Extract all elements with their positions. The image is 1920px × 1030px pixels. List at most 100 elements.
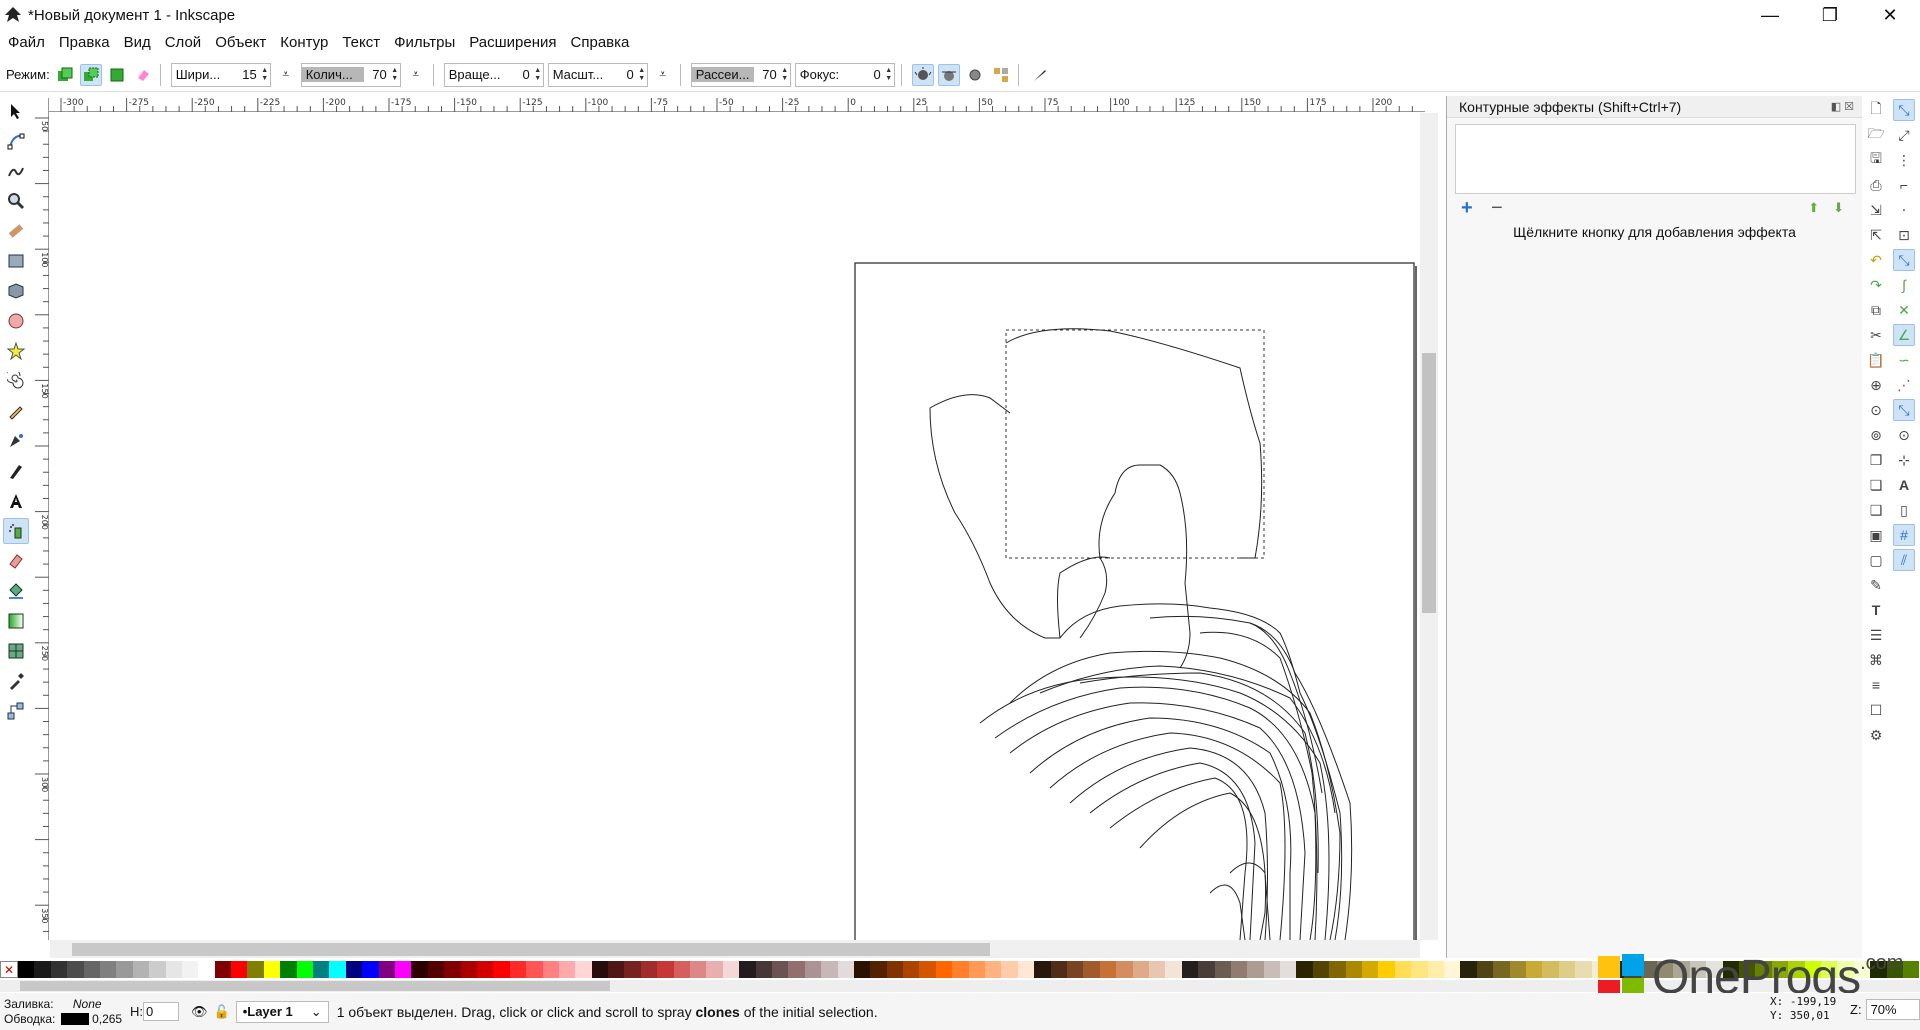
import-icon[interactable]: ⇲ bbox=[1865, 199, 1887, 221]
snap-guide-icon[interactable]: ⫽ bbox=[1893, 549, 1915, 571]
layers-icon[interactable]: ☰ bbox=[1865, 624, 1887, 646]
color-swatch[interactable] bbox=[853, 961, 871, 978]
duplicate-icon[interactable]: ❐ bbox=[1865, 449, 1887, 471]
spray-eraser-mode-icon[interactable] bbox=[132, 64, 154, 86]
color-swatch[interactable] bbox=[1525, 961, 1543, 978]
color-swatch[interactable] bbox=[509, 961, 527, 978]
fill-stroke-icon[interactable]: ✎ bbox=[1865, 574, 1887, 596]
cut-icon[interactable]: ✂ bbox=[1865, 324, 1887, 346]
amount-value[interactable]: 70 bbox=[364, 67, 390, 82]
color-swatch[interactable] bbox=[837, 961, 854, 978]
add-effect-button[interactable]: + bbox=[1461, 197, 1491, 220]
layer-selector[interactable]: •Layer 1 ⌄ bbox=[235, 1000, 329, 1023]
group-icon[interactable]: ▣ bbox=[1865, 524, 1887, 546]
menu-layer[interactable]: Слой bbox=[165, 34, 201, 51]
move-up-icon[interactable]: ⬆ bbox=[1808, 200, 1819, 216]
color-swatch[interactable] bbox=[165, 961, 182, 978]
pick-color-circle-icon[interactable] bbox=[964, 64, 986, 86]
redo-icon[interactable]: ↷ bbox=[1865, 274, 1887, 296]
trace-color-icon[interactable] bbox=[937, 63, 960, 86]
color-swatch[interactable] bbox=[99, 961, 117, 978]
spiral-tool-icon[interactable] bbox=[3, 368, 29, 394]
snap-cusp-icon[interactable]: ∠ bbox=[1893, 324, 1915, 346]
color-swatch[interactable] bbox=[34, 961, 51, 978]
focus-stepper-icon[interactable]: ▲ ▼ bbox=[884, 67, 894, 83]
color-swatch[interactable] bbox=[1443, 961, 1461, 978]
print-icon[interactable]: ⎙ bbox=[1865, 174, 1887, 196]
pressure-amount-icon[interactable]: ⩡ bbox=[405, 64, 427, 86]
layer-visibility-icon[interactable]: 👁 bbox=[191, 1004, 208, 1020]
move-down-icon[interactable]: ⬇ bbox=[1833, 200, 1844, 216]
node-tool-icon[interactable] bbox=[3, 128, 29, 154]
canvas-vertical-scrollbar[interactable] bbox=[1420, 113, 1438, 940]
snap-others-icon[interactable]: ⤡ bbox=[1893, 399, 1915, 421]
color-swatch[interactable] bbox=[1165, 961, 1182, 978]
rotation-spinbox[interactable]: Враще... 0 ▲ ▼ bbox=[443, 62, 544, 87]
align-icon[interactable]: ≡ bbox=[1865, 674, 1887, 696]
color-swatch[interactable] bbox=[1050, 961, 1067, 978]
amount-spinbox[interactable]: Колич... 70 ▲ ▼ bbox=[300, 62, 401, 87]
focus-spinbox[interactable]: Фокус: 0 ▲ ▼ bbox=[794, 62, 895, 87]
width-value[interactable]: 15 bbox=[234, 67, 260, 82]
color-swatch[interactable] bbox=[1493, 961, 1510, 978]
color-swatch[interactable] bbox=[558, 961, 576, 978]
color-swatch[interactable] bbox=[755, 961, 772, 978]
color-swatch[interactable] bbox=[1460, 961, 1477, 978]
overlap-icon[interactable] bbox=[990, 64, 1012, 86]
tweak-tool-icon[interactable] bbox=[3, 158, 29, 184]
unlink-clone-icon[interactable]: ❑ bbox=[1865, 499, 1887, 521]
export-icon[interactable]: ⇱ bbox=[1865, 224, 1887, 246]
text-tool-icon[interactable] bbox=[3, 488, 29, 514]
pencil-tool-icon[interactable] bbox=[3, 398, 29, 424]
color-swatch[interactable] bbox=[1099, 961, 1117, 978]
color-swatch[interactable] bbox=[1509, 961, 1526, 978]
color-swatch[interactable] bbox=[1017, 961, 1035, 978]
color-swatch[interactable] bbox=[919, 961, 936, 978]
drawing-canvas[interactable] bbox=[50, 113, 1425, 940]
menu-file[interactable]: Файл bbox=[8, 34, 45, 51]
color-swatch[interactable] bbox=[444, 961, 461, 978]
snap-bbox-edge-icon[interactable]: ⋮ bbox=[1893, 149, 1915, 171]
amount-stepper-icon[interactable]: ▲ ▼ bbox=[390, 67, 400, 83]
menu-text[interactable]: Текст bbox=[342, 34, 380, 51]
scatter-spinbox[interactable]: Рассеи... 70 ▲ ▼ bbox=[690, 62, 791, 87]
close-button[interactable]: ✕ bbox=[1860, 0, 1920, 30]
menu-help[interactable]: Справка bbox=[571, 34, 630, 51]
snap-nodes-icon[interactable]: ⤡ bbox=[1893, 249, 1915, 271]
spray-tool-icon[interactable] bbox=[3, 518, 29, 544]
snap-center-icon[interactable]: ⊙ bbox=[1893, 424, 1915, 446]
no-paint-swatch[interactable]: ✕ bbox=[0, 961, 18, 978]
trace-shape-icon[interactable] bbox=[911, 63, 934, 86]
color-swatch[interactable] bbox=[493, 961, 510, 978]
ungroup-icon[interactable]: ▢ bbox=[1865, 549, 1887, 571]
menu-path[interactable]: Контур bbox=[280, 34, 328, 51]
color-swatch[interactable] bbox=[149, 961, 166, 978]
3d-box-tool-icon[interactable] bbox=[3, 278, 29, 304]
snap-bbox-midpoint-icon[interactable]: ⋅ bbox=[1893, 199, 1915, 221]
scatter-value[interactable]: 70 bbox=[754, 67, 780, 82]
color-swatch[interactable] bbox=[1411, 961, 1428, 978]
color-swatch[interactable] bbox=[985, 961, 1002, 978]
color-swatch[interactable] bbox=[67, 961, 84, 978]
snap-path-icon[interactable]: ∫ bbox=[1893, 274, 1915, 296]
scatter-label[interactable]: Рассеи... bbox=[691, 67, 754, 82]
document-properties-icon[interactable]: ☐ bbox=[1865, 699, 1887, 721]
menu-view[interactable]: Вид bbox=[124, 34, 151, 51]
palette-scrollbar-thumb[interactable] bbox=[20, 981, 610, 991]
color-swatch[interactable] bbox=[1067, 961, 1084, 978]
color-swatch[interactable] bbox=[1034, 961, 1051, 978]
snap-bbox-center-icon[interactable]: ⊡ bbox=[1893, 224, 1915, 246]
color-swatch[interactable] bbox=[362, 961, 379, 978]
menu-object[interactable]: Объект bbox=[215, 34, 266, 51]
color-swatch[interactable] bbox=[214, 961, 232, 978]
color-swatch[interactable] bbox=[394, 961, 412, 978]
color-swatch[interactable] bbox=[280, 961, 297, 978]
color-swatch[interactable] bbox=[804, 961, 822, 978]
color-swatch[interactable] bbox=[526, 961, 543, 978]
color-swatch[interactable] bbox=[1132, 961, 1149, 978]
scatter-stepper-icon[interactable]: ▲ ▼ bbox=[780, 67, 790, 83]
color-swatch[interactable] bbox=[1116, 961, 1133, 978]
scale-spinbox[interactable]: Масшт... 0 ▲ ▼ bbox=[547, 62, 648, 87]
snap-midpoint-icon[interactable]: ⋰ bbox=[1893, 374, 1915, 396]
star-tool-icon[interactable] bbox=[3, 338, 29, 364]
